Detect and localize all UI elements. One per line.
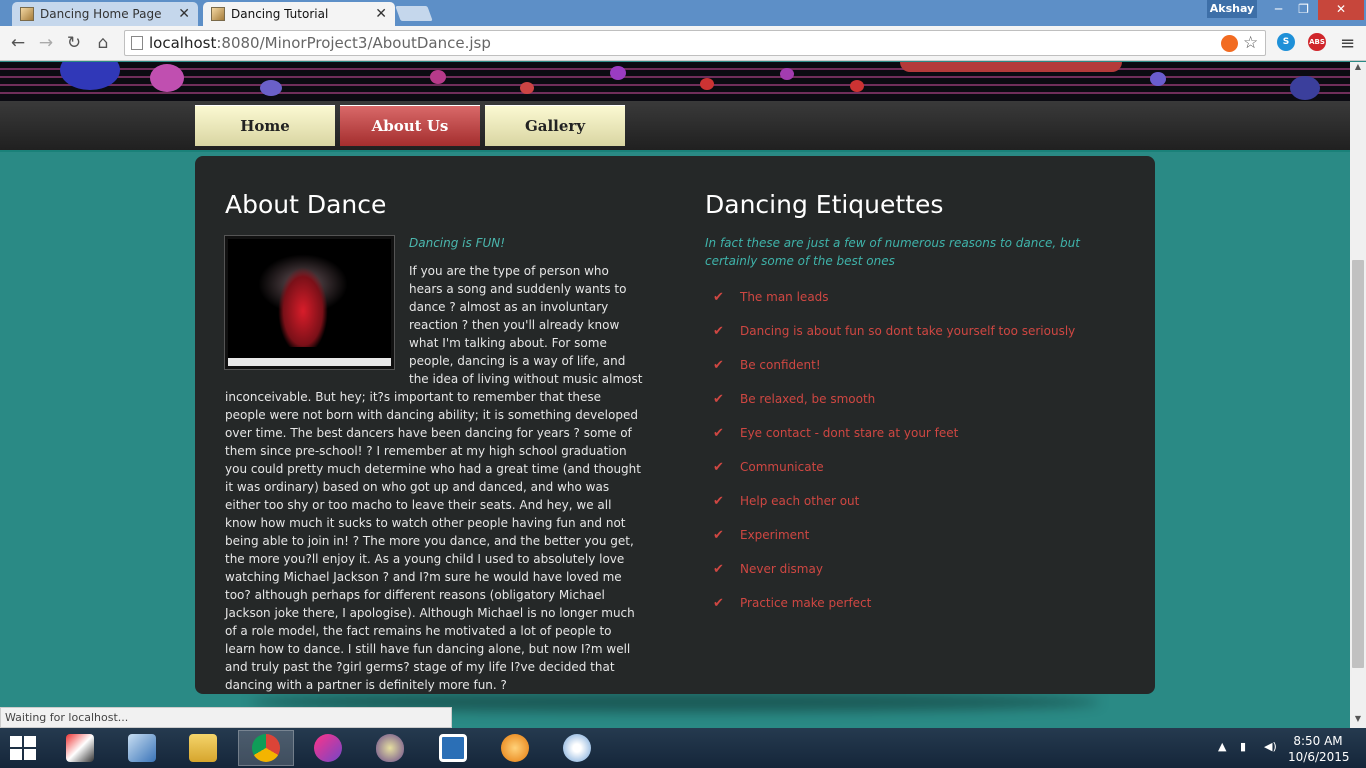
scrollbar-thumb[interactable] [1352, 260, 1364, 668]
list-item: ✔ Experiment [705, 518, 1125, 552]
checkmark-icon: ✔ [713, 391, 724, 407]
etiquettes-heading: Dancing Etiquettes [705, 190, 944, 219]
eclipse-icon[interactable] [300, 730, 356, 766]
tab-title: Dancing Tutorial [231, 7, 329, 21]
adblock-extension-icon[interactable]: ABS [1308, 33, 1326, 51]
clock-date: 10/6/2015 [1288, 750, 1350, 764]
list-item: ✔ Help each other out [705, 484, 1125, 518]
address-bar[interactable]: localhost:8080/MinorProject3/AboutDance.… [124, 30, 1266, 56]
tab-dancing-home-page[interactable]: Dancing Home Page ✕ [12, 2, 198, 26]
scroll-down-arrow-icon[interactable]: ▼ [1350, 714, 1366, 728]
ms-project-icon[interactable] [52, 730, 108, 766]
browser-tab-strip: Dancing Home Page ✕ Dancing Tutorial ✕ A… [0, 0, 1366, 26]
browser-toolbar: ← → ↻ ⌂ localhost:8080/MinorProject3/Abo… [0, 26, 1366, 61]
list-item: ✔ Practice make perfect [705, 586, 1125, 620]
tab-dancing-tutorial[interactable]: Dancing Tutorial ✕ [203, 2, 395, 26]
profile-button[interactable]: Akshay [1207, 0, 1257, 18]
list-item: ✔ Be confident! [705, 348, 1125, 382]
clock-time: 8:50 AM [1293, 734, 1343, 748]
forward-arrow-icon[interactable]: → [36, 33, 56, 53]
checkmark-icon: ✔ [713, 323, 724, 339]
etiquettes-list: ✔ The man leads ✔ Dancing is about fun so … [705, 280, 1125, 620]
page-icon [131, 36, 143, 50]
checkmark-icon: ✔ [713, 561, 724, 577]
etiquettes-intro: In fact these are just a few of numerous… [705, 236, 1080, 268]
close-window-button[interactable]: ✕ [1318, 0, 1364, 20]
status-bar: Waiting for localhost... [0, 707, 452, 728]
list-item: ✔ Communicate [705, 450, 1125, 484]
extension-pencil-icon[interactable] [1221, 35, 1238, 52]
scroll-up-arrow-icon[interactable]: ▲ [1350, 62, 1366, 76]
checkmark-icon: ✔ [713, 425, 724, 441]
show-hidden-icons-icon[interactable]: ▲ [1218, 740, 1226, 753]
tab-title: Dancing Home Page [40, 7, 162, 21]
list-item: ✔ Never dismay [705, 552, 1125, 586]
windows-start-icon[interactable] [10, 736, 38, 762]
bookmark-star-icon[interactable]: ☆ [1243, 35, 1260, 52]
minimize-button[interactable]: ─ [1266, 0, 1291, 20]
virtualbox-icon[interactable] [114, 730, 170, 766]
page-favicon-icon [211, 7, 225, 21]
network-icon[interactable]: ▮ [1240, 740, 1246, 753]
chrome-icon[interactable] [238, 730, 294, 766]
shell-icon[interactable] [425, 730, 481, 766]
home-icon[interactable]: ⌂ [93, 33, 113, 53]
main-nav: Home About Us Gallery [0, 101, 1350, 152]
close-tab-icon[interactable]: ✕ [375, 6, 387, 22]
nav-about-us[interactable]: About Us [340, 105, 480, 146]
about-dance-heading: About Dance [225, 190, 387, 219]
checkmark-icon: ✔ [713, 289, 724, 305]
checkmark-icon: ✔ [713, 595, 724, 611]
checkmark-icon: ✔ [713, 527, 724, 543]
list-item: ✔ Eye contact - dont stare at your feet [705, 416, 1125, 450]
nav-home[interactable]: Home [195, 105, 335, 146]
checkmark-icon: ✔ [713, 357, 724, 373]
about-dance-section: About Dance Dancing is FUN! If you are t… [224, 186, 645, 694]
checkmark-icon: ✔ [713, 493, 724, 509]
taskbar-clock[interactable]: 8:50 AM 10/6/2015 [1288, 733, 1350, 765]
dancer-photo [224, 235, 395, 370]
paint-icon[interactable] [549, 730, 605, 766]
nav-gallery[interactable]: Gallery [485, 105, 625, 146]
etiquettes-section: Dancing Etiquettes In fact these are jus… [705, 186, 1125, 620]
maximize-button[interactable]: ❐ [1291, 0, 1316, 20]
list-item: ✔ Dancing is about fun so dont take yours… [705, 314, 1125, 348]
skype-extension-icon[interactable]: S [1277, 33, 1295, 51]
file-explorer-icon[interactable] [175, 730, 231, 766]
close-tab-icon[interactable]: ✕ [178, 6, 190, 22]
volume-icon[interactable]: ◀) [1264, 740, 1277, 753]
tor-browser-icon[interactable] [362, 730, 418, 766]
checkmark-icon: ✔ [713, 459, 724, 475]
web-page: Home About Us Gallery About Dance Dancin… [0, 62, 1350, 728]
back-arrow-icon[interactable]: ← [8, 33, 28, 53]
windows-taskbar: ▲ ▮ ◀) 8:50 AM 10/6/2015 [0, 728, 1366, 768]
address-url[interactable]: localhost:8080/MinorProject3/AboutDance.… [149, 34, 491, 52]
page-scrollbar[interactable]: ▲ ▼ [1350, 62, 1366, 728]
list-item: ✔ The man leads [705, 280, 1125, 314]
menu-icon[interactable]: ≡ [1340, 33, 1355, 54]
vlc-icon[interactable] [487, 730, 543, 766]
header-banner-image [0, 62, 1350, 101]
list-item: ✔ Be relaxed, be smooth [705, 382, 1125, 416]
page-favicon-icon [20, 7, 34, 21]
content-panel: About Dance Dancing is FUN! If you are t… [195, 156, 1155, 694]
reload-icon[interactable]: ↻ [64, 33, 84, 53]
new-tab-button[interactable] [395, 6, 433, 21]
